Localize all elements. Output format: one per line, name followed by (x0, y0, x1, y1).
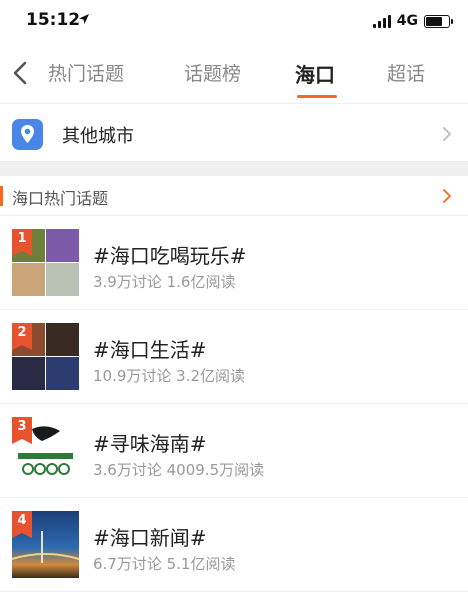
status-indicators: 4G (372, 13, 453, 29)
chevron-right-icon (443, 189, 451, 203)
other-cities-label: 其他城市 (62, 126, 134, 147)
back-icon[interactable] (10, 60, 32, 86)
topic-title: #寻味海南# (93, 432, 207, 456)
rank-badge: 1 (12, 229, 32, 256)
tab-topic-ranking[interactable]: 话题榜 (184, 59, 241, 86)
topic-stats: 3.6万讨论 4009.5万阅读 (93, 461, 265, 479)
location-arrow-icon (79, 14, 89, 24)
topic-item[interactable]: 3 #寻味海南# 3.6万讨论 4009.5万阅读 (0, 404, 468, 498)
battery-icon (424, 14, 453, 28)
tab-haikou[interactable]: 海口 (295, 59, 335, 88)
section-divider (0, 162, 468, 176)
topic-item[interactable]: 4 #海口新闻# 6.7万讨论 5.1亿阅读 (0, 498, 468, 592)
network-type: 4G (396, 13, 418, 29)
section-header[interactable]: 海口热门话题 (0, 176, 468, 216)
topic-thumbnail: 4 (12, 511, 79, 578)
chevron-right-icon (443, 127, 451, 141)
topic-title: #海口吃喝玩乐# (93, 244, 247, 268)
location-pin-icon (12, 119, 43, 150)
topic-title: #海口新闻# (93, 526, 207, 550)
tab-super-topics[interactable]: 超话 (387, 59, 425, 86)
rank-badge: 2 (12, 323, 32, 350)
topic-item[interactable]: 2 #海口生活# 10.9万讨论 3.2亿阅读 (0, 310, 468, 404)
topic-title: #海口生活# (93, 338, 207, 362)
other-cities-row[interactable]: 其他城市 (0, 104, 468, 162)
section-title: 海口热门话题 (12, 189, 109, 208)
section-accent-bar (0, 186, 3, 206)
tab-hot-topics[interactable]: 热门话题 (48, 59, 124, 86)
rank-badge: 3 (12, 417, 32, 444)
rank-badge: 4 (12, 511, 32, 538)
topic-stats: 3.9万讨论 1.6亿阅读 (93, 273, 236, 291)
topic-thumbnail: 2 (12, 323, 79, 390)
topic-stats: 6.7万讨论 5.1亿阅读 (93, 555, 236, 573)
topic-thumbnail: 1 (12, 229, 79, 296)
topic-item[interactable]: 1 #海口吃喝玩乐# 3.9万讨论 1.6亿阅读 (0, 216, 468, 310)
status-bar: 15:12 4G (0, 0, 468, 44)
topic-thumbnail: 3 (12, 417, 79, 484)
status-time: 15:12 (26, 10, 81, 30)
tab-bar: 热门话题 话题榜 海口 超话 (0, 44, 468, 104)
topic-stats: 10.9万讨论 3.2亿阅读 (93, 367, 246, 385)
active-tab-indicator (297, 95, 337, 98)
signal-icon (372, 14, 391, 28)
